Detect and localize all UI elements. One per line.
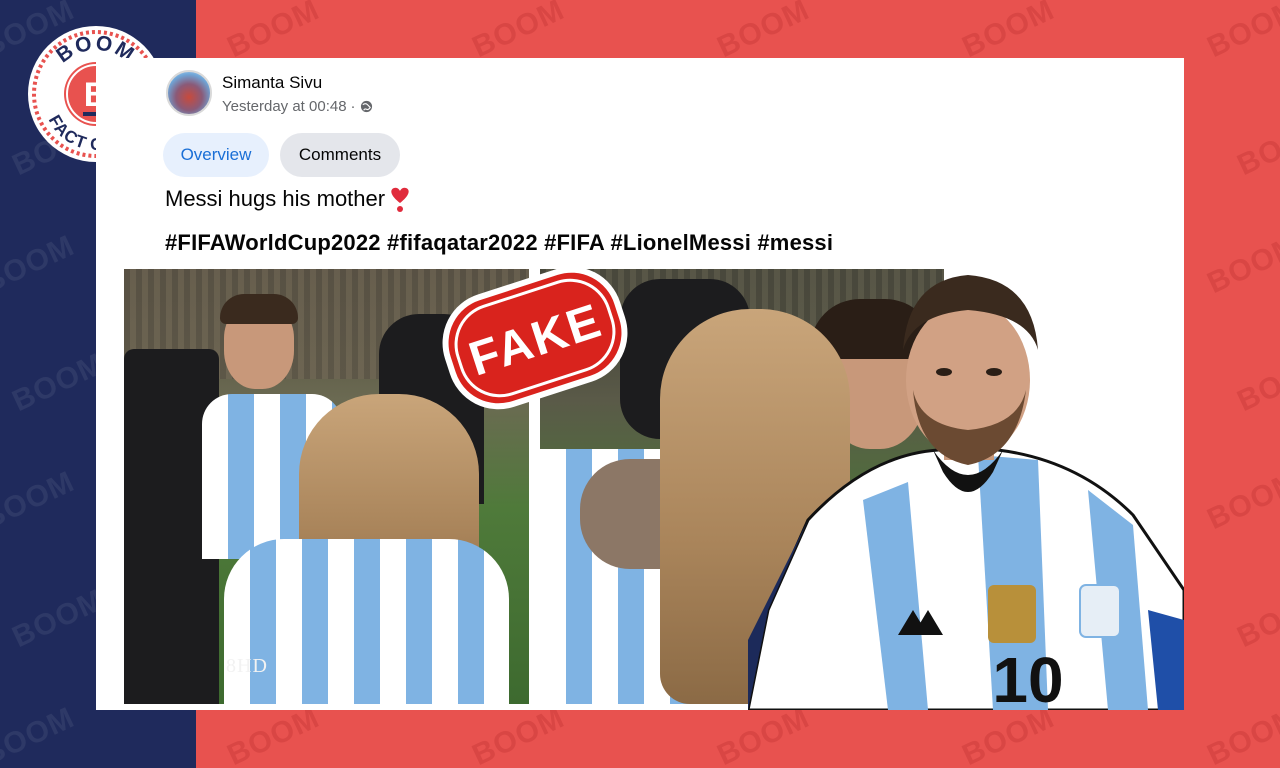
tab-overview[interactable]: Overview [163,133,269,177]
globe-icon[interactable] [360,100,373,113]
post-author-name[interactable]: Simanta Sivu [222,73,322,93]
woman-jersey [224,539,509,704]
player-portrait-cutout: 10 [748,275,1184,710]
jersey-number: 10 [992,644,1063,710]
caption-text: Messi hugs his mother [165,186,386,211]
author-avatar[interactable] [166,70,212,116]
post-timestamp[interactable]: Yesterday at 00:48 [222,98,347,115]
post-hashtags[interactable]: #FIFAWorldCup2022 #fifaqatar2022 #FIFA #… [165,230,833,256]
video-watermark: 8HD [226,655,268,677]
post-meta: Yesterday at 00:48 · [222,98,373,115]
player-hair [220,294,298,324]
meta-separator: · [350,98,356,115]
tab-comments[interactable]: Comments [280,133,400,177]
heart-exclamation-emoji-icon [391,187,409,212]
post-caption: Messi hugs his mother [165,185,413,213]
